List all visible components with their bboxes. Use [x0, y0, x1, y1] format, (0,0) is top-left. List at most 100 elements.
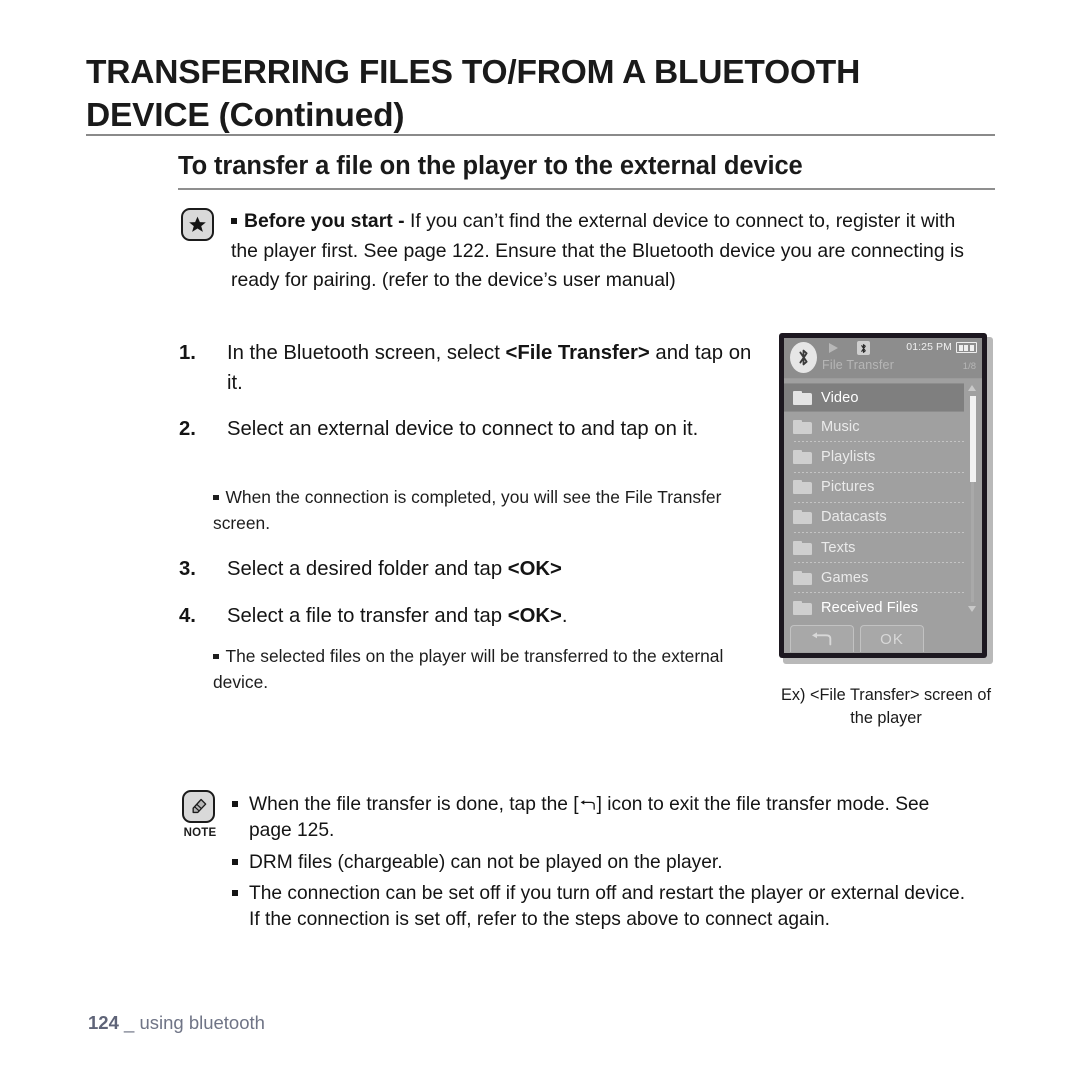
ok-button[interactable]: OK: [860, 625, 924, 652]
title-divider: [86, 134, 995, 136]
player-screenshot: 01:25 PM File Transfer 1/8 Video Music P…: [779, 333, 993, 664]
note-label: NOTE: [183, 827, 217, 839]
section-title: To transfer a file on the player to the …: [178, 152, 996, 181]
page-title: TRANSFERRING FILES TO/FROM A BLUETOOTH D…: [86, 52, 996, 138]
page-title-text: TRANSFERRING FILES TO/FROM A BLUETOOTH D…: [86, 54, 861, 134]
back-button[interactable]: [790, 625, 854, 652]
page-footer: 124 _ using bluetooth: [88, 1012, 265, 1034]
step-4-subnote-text: The selected files on the player will be…: [213, 646, 724, 692]
note-item-text-3: The connection can be set off if you tur…: [249, 883, 966, 931]
step-4-text-bold: <OK>: [507, 605, 562, 627]
list-item-label: Datacasts: [821, 509, 887, 526]
footer-page-number: 124: [88, 1012, 119, 1033]
device-status-bar: 01:25 PM File Transfer 1/8: [784, 338, 982, 379]
step-2: 2. Select an external device to connect …: [179, 414, 769, 444]
note-item-text-1a: When the file transfer is done, tap the …: [249, 794, 579, 815]
step-2-text: Select an external device to connect to …: [227, 414, 769, 444]
list-item[interactable]: Games: [784, 563, 982, 592]
step-1-text-before: In the Bluetooth screen, select: [227, 342, 506, 364]
note-list: When the file transfer is done, tap the …: [232, 792, 972, 939]
note-item: DRM files (chargeable) can not be played…: [232, 850, 972, 876]
list-item-label: Texts: [821, 539, 856, 556]
star-callout-icon: [181, 208, 216, 243]
footer-section: using bluetooth: [139, 1012, 265, 1033]
section-divider: [178, 188, 995, 190]
note-item: When the file transfer is done, tap the …: [232, 792, 972, 844]
battery-icon: [956, 342, 977, 353]
step-1-number: 1.: [179, 342, 196, 364]
step-4-text-before: Select a file to transfer and tap: [227, 605, 508, 627]
step-3-text: Select a desired folder and tap <OK>: [227, 554, 759, 584]
list-item[interactable]: Pictures: [784, 473, 982, 502]
back-arrow-icon: [580, 794, 596, 810]
footer-separator: _: [124, 1012, 135, 1033]
step-3: 3. Select a desired folder and tap <OK>: [179, 554, 759, 584]
device-screen-title: File Transfer: [822, 358, 895, 372]
step-2-subnote-text: When the connection is completed, you wi…: [213, 487, 722, 533]
scrollbar[interactable]: [966, 382, 979, 615]
bluetooth-small-icon: [857, 341, 870, 355]
play-icon: [829, 343, 838, 353]
status-time: 01:25 PM: [906, 341, 952, 353]
bluetooth-icon: [790, 342, 817, 373]
step-4: 4. Select a file to transfer and tap <OK…: [179, 601, 759, 631]
scroll-up-icon[interactable]: [968, 385, 976, 391]
step-4-text: Select a file to transfer and tap <OK>.: [227, 601, 759, 631]
step-2-number: 2.: [179, 418, 196, 440]
before-you-start-label: Before you start -: [244, 210, 405, 232]
step-1: 1. In the Bluetooth screen, select <File…: [179, 338, 759, 398]
list-item[interactable]: Texts: [784, 533, 982, 562]
list-item[interactable]: Playlists: [784, 442, 982, 471]
list-item[interactable]: Video: [784, 383, 964, 413]
step-3-text-before: Select a desired folder and tap: [227, 558, 508, 580]
list-item-label: Playlists: [821, 448, 876, 465]
folder-icon: [793, 449, 812, 464]
device-item-count: 1/8: [962, 361, 976, 372]
folder-icon: [793, 510, 812, 525]
step-3-text-bold: <OK>: [507, 558, 562, 580]
list-item-label: Music: [821, 418, 860, 435]
bullet-icon: [213, 494, 219, 500]
bullet-icon: [232, 801, 238, 807]
list-item-label: Video: [821, 389, 859, 406]
list-item[interactable]: Datacasts: [784, 503, 982, 532]
list-item-label: Pictures: [821, 479, 875, 496]
back-arrow-icon: [812, 631, 832, 645]
step-4-number: 4.: [179, 605, 196, 627]
step-3-number: 3.: [179, 558, 196, 580]
step-1-text: In the Bluetooth screen, select <File Tr…: [227, 338, 759, 398]
device-folder-list[interactable]: Video Music Playlists Pictures Datacasts…: [784, 379, 982, 618]
step-1-text-bold: <File Transfer>: [505, 342, 650, 364]
list-item-label: Received Files: [821, 599, 919, 616]
bullet-icon: [213, 653, 219, 659]
folder-icon: [793, 419, 812, 434]
list-item-label: Games: [821, 569, 869, 586]
note-item-text-2: DRM files (chargeable) can not be played…: [249, 851, 723, 873]
list-item[interactable]: Received Files: [784, 593, 982, 622]
folder-icon: [793, 540, 812, 555]
before-you-start-text: Before you start - If you can’t find the…: [231, 207, 976, 296]
section-title-text: To transfer a file on the player to the …: [178, 152, 803, 180]
folder-icon: [793, 570, 812, 585]
list-item[interactable]: Music: [784, 412, 982, 441]
manual-page: TRANSFERRING FILES TO/FROM A BLUETOOTH D…: [0, 0, 1080, 1080]
scroll-down-icon[interactable]: [968, 606, 976, 612]
bullet-icon: [231, 218, 237, 224]
star-icon: [181, 208, 214, 241]
note-item: The connection can be set off if you tur…: [232, 881, 972, 933]
device-screen: 01:25 PM File Transfer 1/8 Video Music P…: [784, 338, 982, 653]
bullet-icon: [232, 890, 238, 897]
note-callout-icon: NOTE: [182, 790, 217, 839]
note-hand-icon: [182, 790, 215, 823]
folder-icon: [793, 390, 812, 405]
bullet-icon: [232, 858, 238, 865]
device-caption: Ex) <File Transfer> screen of the player: [781, 686, 991, 727]
folder-icon: [793, 480, 812, 495]
device-bezel: 01:25 PM File Transfer 1/8 Video Music P…: [779, 333, 987, 658]
step-2-text-before: Select an external device to connect to …: [227, 418, 699, 440]
device-button-bar: OK: [784, 621, 982, 653]
folder-icon: [793, 600, 812, 615]
step-4-subnote: The selected files on the player will be…: [213, 644, 769, 695]
step-4-text-after: .: [561, 605, 568, 627]
scroll-thumb[interactable]: [969, 396, 976, 482]
